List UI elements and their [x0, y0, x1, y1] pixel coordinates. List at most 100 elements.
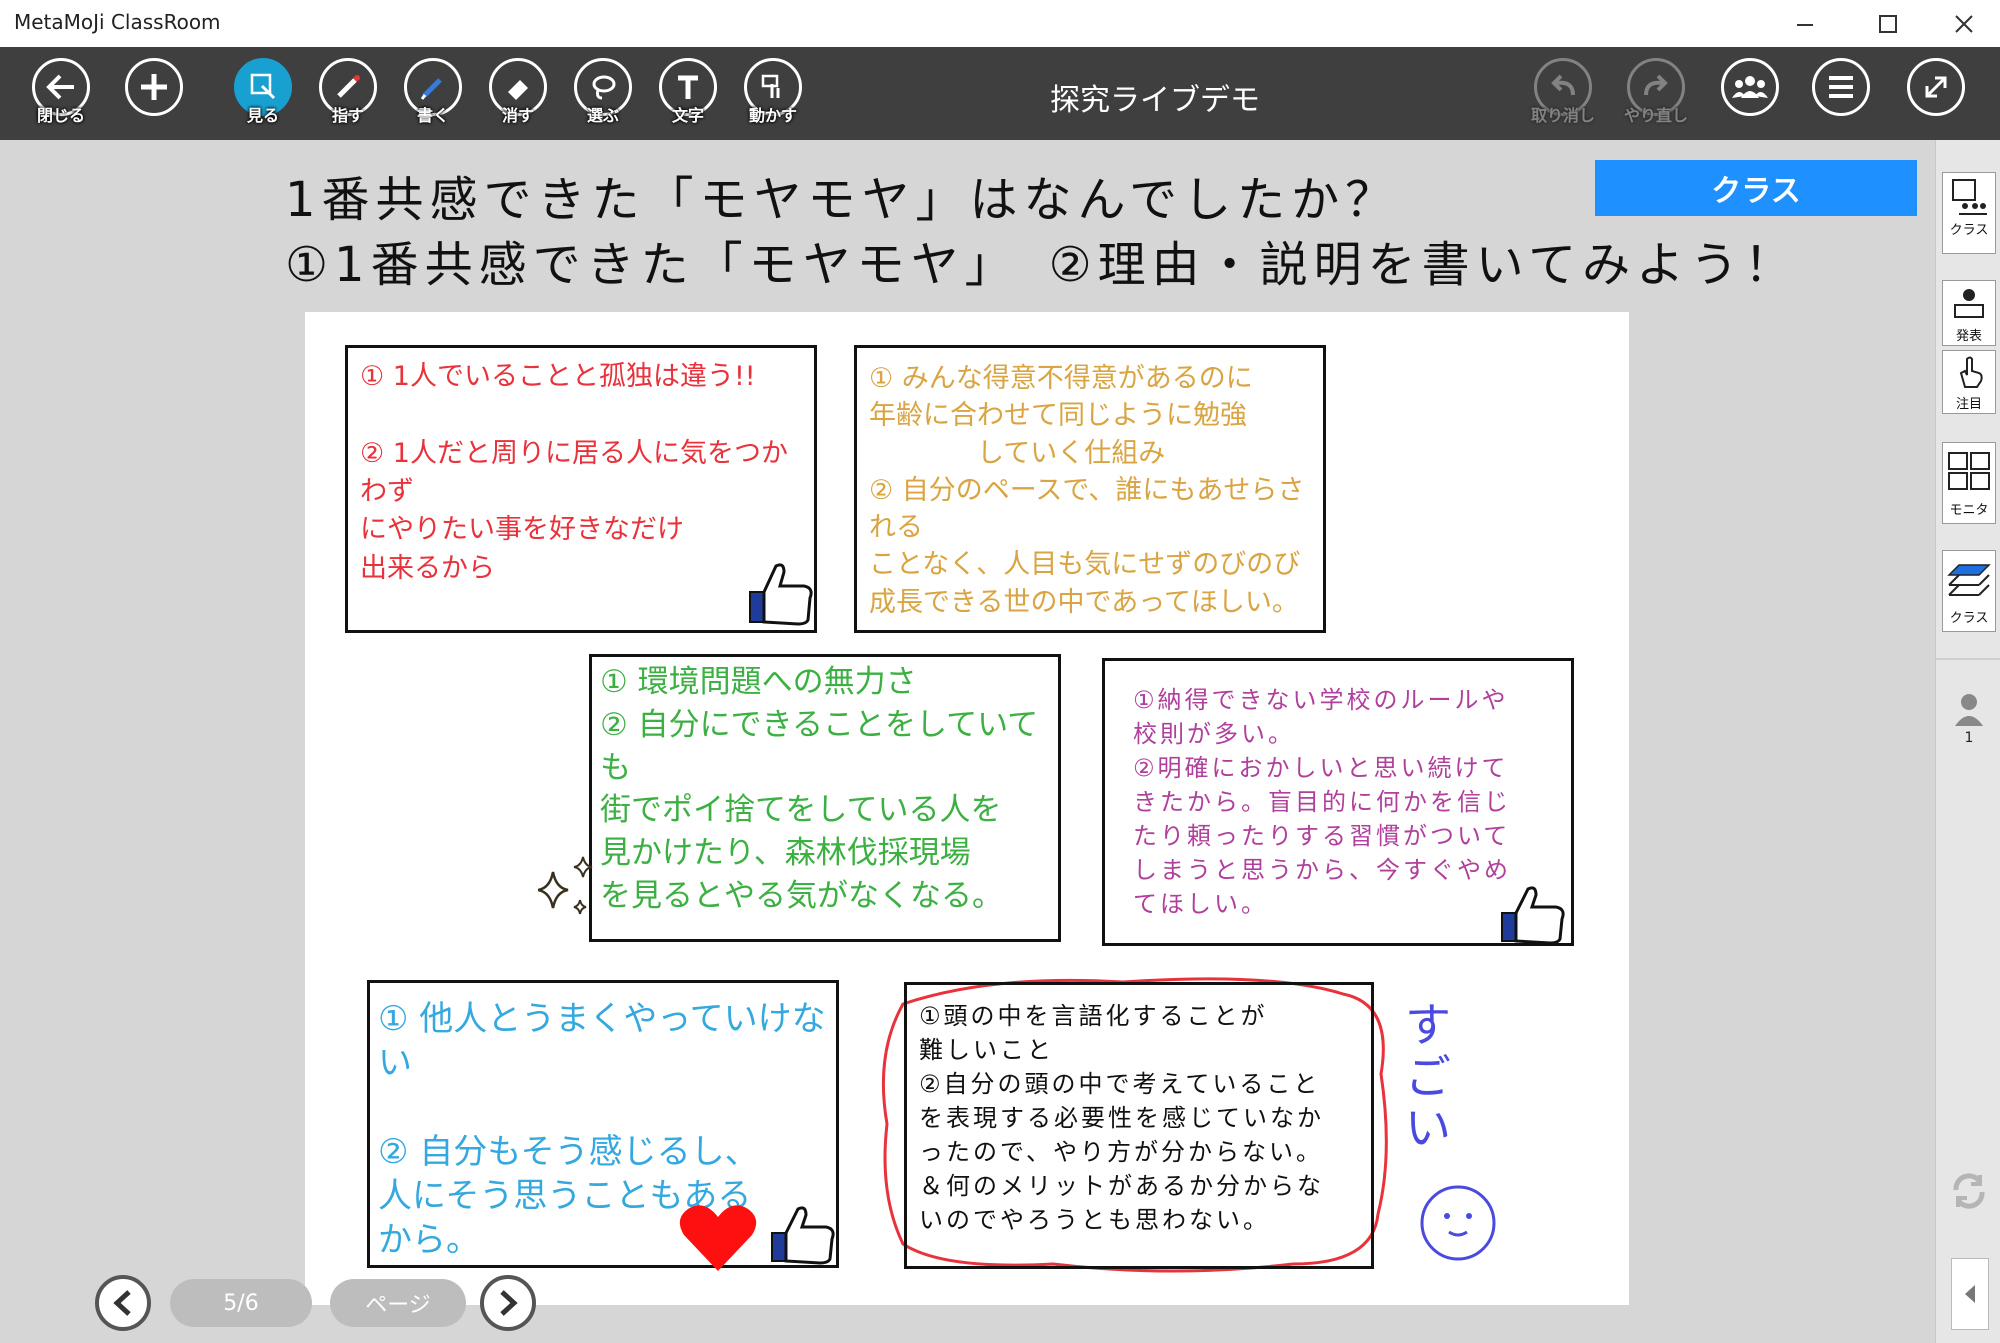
- right-sidebar: クラス 発表 注目 モニタ クラス 1: [1935, 140, 2000, 1343]
- collapse-sidebar-button[interactable]: [1951, 1258, 1989, 1330]
- expand-icon: [1925, 76, 1947, 98]
- add-page-button[interactable]: [118, 58, 190, 136]
- smiley-face-icon: [1420, 1185, 1496, 1261]
- erase-tool-label: 消す: [501, 106, 534, 125]
- text-icon: [678, 75, 698, 99]
- window-close-button[interactable]: [1928, 0, 2000, 47]
- sync-button[interactable]: [1950, 1172, 1988, 1214]
- view-tool-label: 見る: [246, 106, 279, 125]
- move-tool-button[interactable]: 動かす: [737, 58, 809, 136]
- monitor-grid-icon: [1948, 452, 1990, 490]
- sidebar-class-label: クラス: [1949, 223, 1989, 238]
- response-text-green: ① 環境問題への無力さ ② 自分にできることをしていても 街でポイ捨てをしている…: [600, 664, 1039, 914]
- response-card-red[interactable]: ① 1人でいることと孤独は違う!! ② 1人だと周りに居る人に気をつかわず にや…: [345, 345, 817, 633]
- whiteboard-canvas[interactable]: ① 1人でいることと孤独は違う!! ② 1人だと周りに居る人に気をつかわず にや…: [305, 312, 1629, 1305]
- sidebar-present-label: 発表: [1955, 329, 1982, 344]
- sidebar-focus-button[interactable]: 注目: [1942, 350, 1996, 414]
- pen-icon: [420, 78, 442, 100]
- response-text-blue: ① 他人とうまくやっていけない ② 自分もそう感じるし、 人にそう思うこともある…: [378, 999, 826, 1260]
- page-indicator: 5/6: [170, 1279, 312, 1327]
- close-doc-button[interactable]: 閉じる: [25, 58, 97, 136]
- erase-tool-button[interactable]: 消す: [482, 58, 554, 136]
- sidebar-class-view-button[interactable]: クラス: [1942, 172, 1996, 254]
- back-arrow-icon: [46, 74, 74, 100]
- menu-button[interactable]: [1805, 58, 1877, 136]
- sparkle-icon: [538, 856, 593, 915]
- select-tool-button[interactable]: 選ぶ: [567, 58, 639, 136]
- point-tool-button[interactable]: 指す: [312, 58, 384, 136]
- close-doc-label: 閉じる: [36, 106, 85, 125]
- thumbs-up-icon: [1501, 886, 1565, 945]
- thumbs-up-icon: [771, 1206, 835, 1265]
- document-title: 探究ライブデモ: [1050, 83, 1260, 118]
- undo-icon: [1551, 74, 1575, 96]
- class-board-icon: [1952, 179, 1987, 215]
- class-banner: クラス: [1595, 160, 1917, 216]
- title-bar: MetaMoJi ClassRoom: [0, 0, 2000, 48]
- move-tool-label: 動かす: [748, 106, 797, 125]
- chevron-right-icon: [500, 1290, 518, 1316]
- redo-button[interactable]: やり直し: [1620, 58, 1692, 136]
- toolbar: 閉じる 見る 指す 書く 消す 選ぶ 文字 動かす 探究ライブデモ 取り消し や…: [0, 47, 2000, 140]
- response-card-orange[interactable]: ① みんな得意不得意があるのに 年齢に合わせて同じように勉強 していく仕組み ②…: [854, 345, 1326, 633]
- sidebar-class2-label: クラス: [1949, 611, 1989, 626]
- laser-pointer-icon: [337, 75, 360, 98]
- response-card-blue[interactable]: ① 他人とうまくやっていけない ② 自分もそう感じるし、 人にそう思うこともある…: [367, 980, 839, 1271]
- response-text-orange: ① みんな得意不得意があるのに 年齢に合わせて同じように勉強 していく仕組み ②…: [869, 363, 1305, 618]
- presenter-icon: [1954, 289, 1984, 318]
- pointing-hand-icon: [1959, 356, 1983, 388]
- sidebar-present-button[interactable]: 発表: [1942, 280, 1996, 346]
- redo-icon: [1644, 74, 1668, 96]
- redo-label: やり直し: [1623, 106, 1688, 125]
- select-tool-label: 選ぶ: [586, 106, 619, 125]
- user-icon: [1955, 694, 1983, 726]
- response-text-purple: ①納得できない学校のルールや 校則が多い。 ②明確におかしいと思い続けて きたか…: [1133, 686, 1511, 919]
- write-tool-button[interactable]: 書く: [397, 58, 469, 136]
- maximize-button[interactable]: [1848, 0, 1928, 47]
- view-tool-button[interactable]: 見る: [227, 58, 299, 136]
- next-page-button[interactable]: [480, 1275, 536, 1331]
- page-list-button[interactable]: ページ: [330, 1279, 466, 1327]
- close-icon: [1955, 14, 1973, 33]
- text-tool-label: 文字: [671, 106, 704, 125]
- app-title: MetaMoJi ClassRoom: [14, 10, 221, 34]
- eraser-icon: [508, 80, 528, 100]
- teacher-comment: すごい: [1405, 998, 1451, 1156]
- response-card-purple[interactable]: ①納得できない学校のルールや 校則が多い。 ②明確におかしいと思い続けて きたか…: [1102, 658, 1574, 946]
- expand-button[interactable]: [1900, 58, 1972, 136]
- view-icon: [250, 73, 276, 100]
- undo-button[interactable]: 取り消し: [1527, 58, 1599, 136]
- question-heading-line1: 1番共感できた「モヤモヤ」はなんでしたか？: [285, 172, 1400, 228]
- sync-icon: [1953, 1173, 1985, 1209]
- user-count-label: 1: [1964, 730, 1974, 746]
- undo-label: 取り消し: [1530, 106, 1595, 125]
- sidebar-divider: [1936, 658, 2000, 660]
- layers-icon: [1947, 564, 1991, 596]
- minimize-icon: [1797, 23, 1813, 26]
- chevron-left-icon: [113, 1290, 131, 1316]
- sidebar-user-count[interactable]: 1: [1942, 692, 1996, 746]
- sidebar-monitor-label: モニタ: [1949, 503, 1989, 518]
- plus-icon: [141, 74, 167, 100]
- thumbs-up-icon: [749, 563, 813, 626]
- response-text-black: ①頭の中を言語化することが 難しいこと ②自分の頭の中で考えていること を表現す…: [919, 1002, 1324, 1235]
- minimize-button[interactable]: [1770, 0, 1840, 47]
- lasso-icon: [592, 75, 616, 100]
- response-card-black[interactable]: ①頭の中を言語化することが 難しいこと ②自分の頭の中で考えていること を表現す…: [904, 982, 1374, 1269]
- sidebar-focus-label: 注目: [1955, 397, 1982, 412]
- sidebar-monitor-button[interactable]: モニタ: [1942, 442, 1996, 524]
- point-tool-label: 指す: [331, 106, 364, 125]
- write-tool-label: 書く: [416, 106, 449, 125]
- sidebar-class-layer-button[interactable]: クラス: [1942, 550, 1996, 632]
- hamburger-menu-icon: [1829, 76, 1853, 98]
- maximize-icon: [1879, 14, 1897, 33]
- participants-button[interactable]: [1714, 58, 1786, 136]
- response-card-green[interactable]: ① 環境問題への無力さ ② 自分にできることをしていても 街でポイ捨てをしている…: [589, 654, 1061, 942]
- triangle-left-icon: [1965, 1285, 1975, 1303]
- question-heading-line2: ①1番共感できた「モヤモヤ」 ②理由・説明を書いてみよう！: [285, 237, 1799, 293]
- prev-page-button[interactable]: [95, 1275, 151, 1331]
- heart-icon: [679, 1205, 757, 1271]
- text-tool-button[interactable]: 文字: [652, 58, 724, 136]
- move-hand-icon: [761, 74, 780, 98]
- group-icon: [1732, 76, 1768, 98]
